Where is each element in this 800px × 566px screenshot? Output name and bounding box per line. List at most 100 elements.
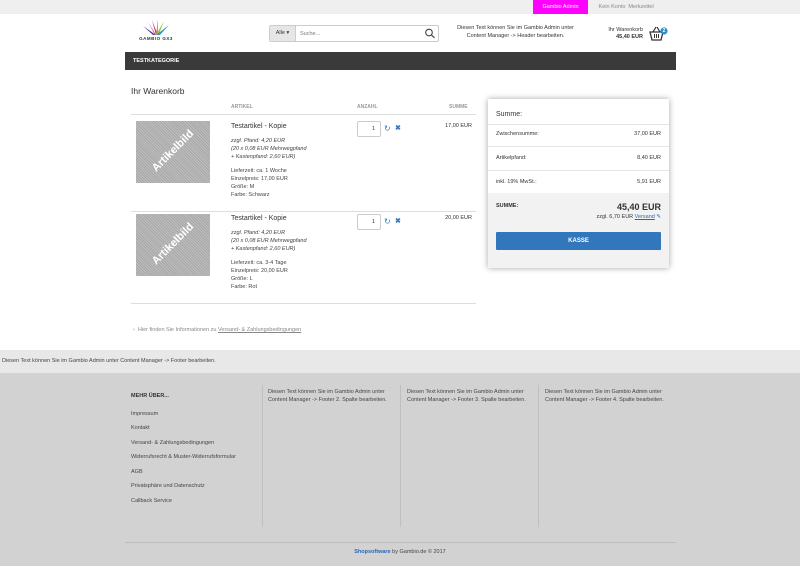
shopsoftware-link[interactable]: Shopsoftware xyxy=(354,549,390,555)
page-title: Ihr Warenkorb xyxy=(131,86,185,96)
search-category-select[interactable]: Alle ▾ xyxy=(270,26,296,41)
product-unit-price: Einzelpreis: 17,00 EUR xyxy=(231,176,288,182)
deposit-label: Artikelpfand: xyxy=(496,155,527,161)
header-cart-total: 45,40 EUR xyxy=(616,34,643,40)
chevron-right-icon: › xyxy=(133,327,135,333)
copyright: Shopsoftware by Gambio.de © 2017 xyxy=(0,549,800,555)
copyright-text: by Gambio.de © 2017 xyxy=(390,549,446,555)
deposit-value: 8,40 EUR xyxy=(637,155,661,161)
search-bar: Alle ▾ xyxy=(269,25,439,42)
product-delivery-time: Lieferzeit: ca. 1 Woche xyxy=(231,168,287,174)
quantity-input[interactable]: 1 xyxy=(357,214,381,230)
product-deposit-detail: (20 x 0,08 EUR Mehrwegpfand xyxy=(231,238,307,244)
item-price: 20,00 EUR xyxy=(445,215,472,221)
product-crate-deposit: + Kastenpfand: 2,60 EUR) xyxy=(231,154,296,160)
column-header-quantity: ANZAHL xyxy=(357,104,378,110)
footer-link-privacy[interactable]: Privatsphäre und Datenschutz xyxy=(131,483,205,489)
product-delivery-time: Lieferzeit: ca. 3-4 Tage xyxy=(231,260,287,266)
shipping-info: › Hier finden Sie Informationen zu Versa… xyxy=(133,327,301,333)
refresh-icon[interactable]: ↻ xyxy=(384,218,391,226)
product-deposit: zzgl. Pfand: 4,20 EUR xyxy=(231,138,286,144)
product-name[interactable]: Testartikel - Kopie xyxy=(231,215,287,222)
header-cart-label: Ihr Warenkorb xyxy=(608,27,643,33)
product-details: zzgl. Pfand: 4,20 EUR (20 x 0,08 EUR Meh… xyxy=(231,229,351,291)
divider xyxy=(131,303,476,304)
divider xyxy=(125,542,676,543)
subtotal-label: Zwischensumme: xyxy=(496,131,539,137)
product-image[interactable]: Artikelbild xyxy=(136,121,210,183)
subtotal-row: Zwischensumme: 37,00 EUR xyxy=(496,131,661,137)
shipping-cost: zzgl. 6,70 EUR Versand ✎ xyxy=(596,214,661,220)
divider xyxy=(131,211,476,212)
footer-column-4-text: Diesen Text können Sie im Gambio Admin u… xyxy=(545,389,664,403)
vat-row: inkl. 19% MwSt.: 5,91 EUR xyxy=(496,179,661,185)
product-details: zzgl. Pfand: 4,20 EUR (20 x 0,08 EUR Meh… xyxy=(231,137,351,199)
divider xyxy=(400,385,401,527)
main-navigation: TESTKATEGORIE xyxy=(125,52,676,70)
divider xyxy=(488,170,669,171)
product-deposit: zzgl. Pfand: 4,20 EUR xyxy=(231,230,286,236)
logo-flower-icon xyxy=(143,19,169,35)
vat-value: 5,91 EUR xyxy=(637,179,661,185)
order-summary: Summe: Zwischensumme: 37,00 EUR Artikelp… xyxy=(488,99,669,268)
divider xyxy=(131,114,476,115)
divider xyxy=(538,385,539,527)
product-crate-deposit: + Kastenpfand: 2,60 EUR) xyxy=(231,246,296,252)
footer-column-3-text: Diesen Text können Sie im Gambio Admin u… xyxy=(407,389,526,403)
footer-link-kontakt[interactable]: Kontakt xyxy=(131,425,150,431)
shipping-info-text: Hier finden Sie Informationen zu xyxy=(137,327,217,333)
checkout-button[interactable]: KASSE xyxy=(496,232,661,250)
footer-link-withdrawal[interactable]: Widerrufsrecht & Muster-Widerrufsformula… xyxy=(131,454,236,460)
shipping-link[interactable]: Versand xyxy=(635,214,655,220)
caret-down-icon: ▾ xyxy=(286,30,290,36)
summary-title: Summe: xyxy=(496,111,523,118)
footer-column-2-text: Diesen Text können Sie im Gambio Admin u… xyxy=(268,389,387,403)
product-image-label: Artikelbild xyxy=(149,127,197,175)
footer-link-callback[interactable]: Callback Service xyxy=(131,498,172,504)
product-deposit-detail: (20 x 0,08 EUR Mehrwegpfand xyxy=(231,146,307,152)
remove-icon[interactable]: ✖ xyxy=(395,125,401,133)
footer-strip: Diesen Text können Sie im Gambio Admin u… xyxy=(0,350,800,373)
quantity-input[interactable]: 1 xyxy=(357,121,381,137)
divider xyxy=(488,124,669,125)
cart-button[interactable]: 2 xyxy=(648,26,668,42)
cart-count-badge: 2 xyxy=(662,28,666,34)
refresh-icon[interactable]: ↻ xyxy=(384,125,391,133)
gambio-admin-link[interactable]: Gambio Admin xyxy=(533,0,588,14)
logo-text: GAMBIO GX3 xyxy=(139,36,173,41)
vat-label: inkl. 19% MwSt.: xyxy=(496,179,537,185)
shop-logo[interactable]: GAMBIO GX3 xyxy=(136,18,176,44)
footer-link-impressum[interactable]: Impressum xyxy=(131,411,158,417)
total-value: 45,40 EUR xyxy=(616,202,661,212)
search-input[interactable] xyxy=(300,28,420,39)
divider xyxy=(262,385,263,527)
footer: MEHR ÜBER... Impressum Kontakt Versand- … xyxy=(0,373,800,566)
footer-link-shipping[interactable]: Versand- & Zahlungsbedingungen xyxy=(131,440,214,446)
product-image[interactable]: Artikelbild xyxy=(136,214,210,276)
shipping-cost-text: zzgl. 6,70 EUR xyxy=(596,214,634,220)
footer-strip-text: Diesen Text können Sie im Gambio Admin u… xyxy=(2,358,216,364)
column-header-sum: SUMME xyxy=(449,104,468,110)
pencil-icon[interactable]: ✎ xyxy=(656,214,661,220)
product-unit-price: Einzelpreis: 20,00 EUR xyxy=(231,268,288,274)
header-text: Diesen Text können Sie im Gambio Admin u… xyxy=(457,25,574,39)
product-image-label: Artikelbild xyxy=(149,220,197,268)
remove-icon[interactable]: ✖ xyxy=(395,218,401,226)
search-icon xyxy=(425,28,435,39)
search-category-label: Alle xyxy=(275,30,285,36)
header-cart-summary[interactable]: Ihr Warenkorb 45,40 EUR xyxy=(585,27,643,41)
product-name[interactable]: Testartikel - Kopie xyxy=(231,123,287,130)
column-header-article: ARTIKEL xyxy=(231,104,253,110)
item-price: 17,00 EUR xyxy=(445,123,472,129)
shipping-conditions-link[interactable]: Versand- & Zahlungsbedingungen xyxy=(218,327,301,333)
footer-link-agb[interactable]: AGB xyxy=(131,469,143,475)
wishlist-link[interactable]: Merkzettel xyxy=(606,0,676,14)
nav-item-testkategorie[interactable]: TESTKATEGORIE xyxy=(133,52,179,70)
footer-column-title: MEHR ÜBER... xyxy=(131,393,169,399)
divider xyxy=(488,146,669,147)
product-size: Größe: L xyxy=(231,276,253,282)
product-size: Größe: M xyxy=(231,184,255,190)
subtotal-value: 37,00 EUR xyxy=(634,131,661,137)
total-label: SUMME: xyxy=(496,203,519,209)
search-button[interactable] xyxy=(424,28,436,39)
